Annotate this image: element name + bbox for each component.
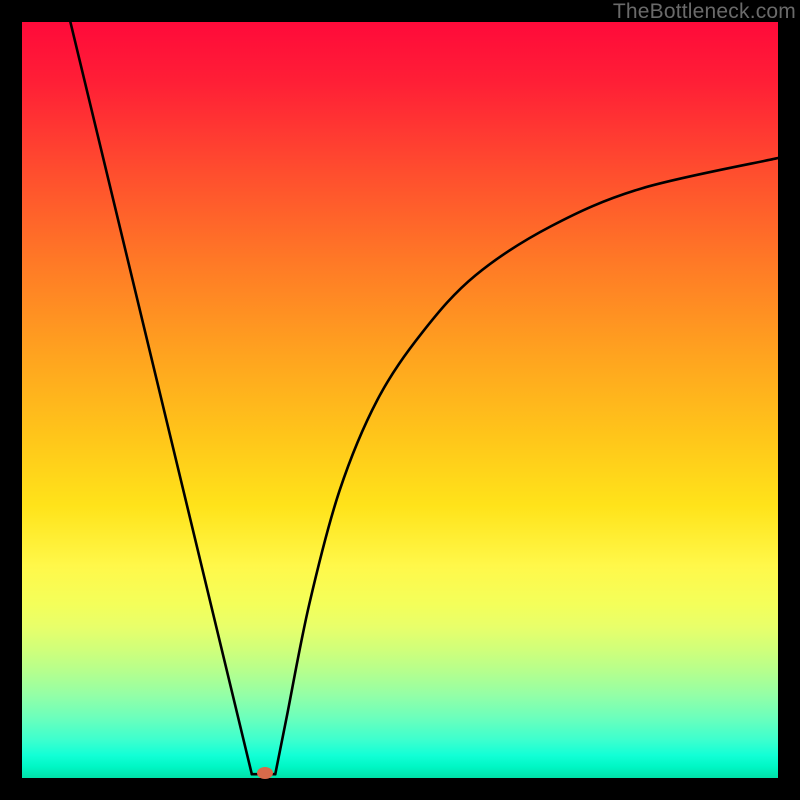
watermark-text: TheBottleneck.com <box>613 0 796 24</box>
bottleneck-curve <box>22 22 778 778</box>
curve-left-branch <box>70 22 251 774</box>
curve-right-branch <box>275 158 778 774</box>
plot-area <box>22 22 778 778</box>
chart-frame: TheBottleneck.com <box>0 0 800 800</box>
